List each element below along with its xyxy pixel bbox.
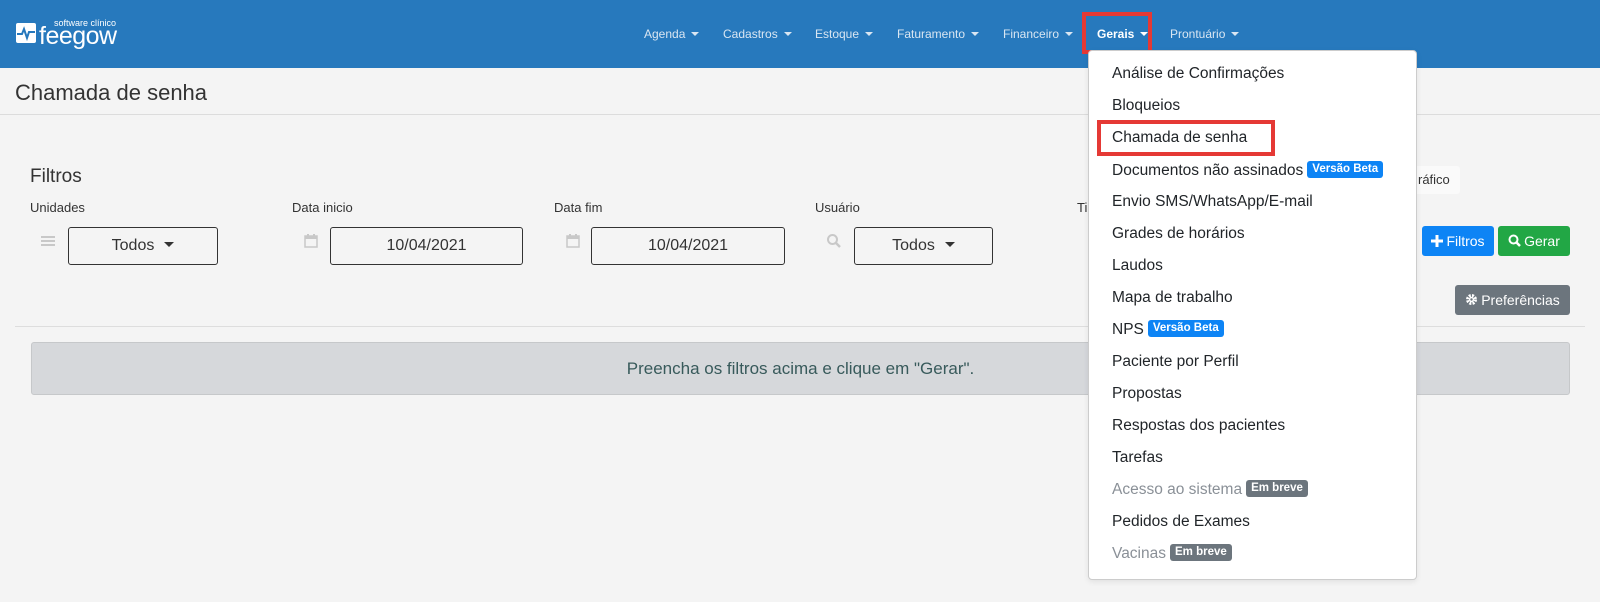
gerar-button[interactable]: Gerar (1498, 226, 1570, 256)
usuario-value: Todos (892, 237, 935, 254)
menu-item-envio-sms[interactable]: Envio SMS/WhatsApp/E-mail (1112, 191, 1313, 213)
filtros-button[interactable]: Filtros (1422, 226, 1494, 256)
nav-prontuario-label: Prontuário (1170, 27, 1226, 41)
grafico-label: ráfico (1418, 172, 1450, 187)
caret-down-icon (971, 31, 980, 36)
nav-faturamento-label: Faturamento (897, 27, 966, 41)
menu-item-mapa-de-trabalho[interactable]: Mapa de trabalho (1112, 287, 1233, 309)
menu-item-grades-de-horarios[interactable]: Grades de horários (1112, 223, 1245, 245)
page-title: Chamada de senha (15, 80, 208, 105)
menu-item-paciente-por-perfil[interactable]: Paciente por Perfil (1112, 351, 1239, 373)
calendar-icon (565, 233, 583, 251)
preferencias-button[interactable]: Preferências (1455, 285, 1570, 315)
caret-down-icon (1231, 31, 1240, 36)
data-inicio-input[interactable]: 10/04/2021 (330, 227, 523, 265)
preferencias-button-label: Preferências (1481, 292, 1560, 308)
caret-down-icon (783, 31, 792, 36)
menu-item-label: Vacinas (1112, 545, 1166, 562)
menu-item-label: Envio SMS/WhatsApp/E-mail (1112, 193, 1313, 210)
search-icon (826, 233, 844, 251)
filters-title: Filtros (30, 166, 82, 187)
beta-badge: Versão Beta (1307, 160, 1384, 178)
nav-estoque-label: Estoque (815, 27, 860, 41)
menu-item-nps[interactable]: NPS Versão Beta (1112, 319, 1224, 341)
menu-item-label: Acesso ao sistema (1112, 481, 1243, 498)
usuario-select[interactable]: Todos (854, 227, 993, 265)
list-icon (40, 233, 58, 251)
menu-item-label: Mapa de trabalho (1112, 289, 1233, 306)
feegow-logo[interactable]: software clínico feegow (16, 18, 126, 52)
nav-agenda[interactable]: Agenda (644, 24, 700, 44)
gear-icon (1466, 294, 1478, 306)
menu-item-pedidos-de-exames[interactable]: Pedidos de Exames (1112, 511, 1250, 533)
caret-down-icon (944, 241, 955, 247)
menu-item-laudos[interactable]: Laudos (1112, 255, 1163, 277)
usuario-label: Usuário (815, 200, 860, 215)
menu-item-label: Respostas dos pacientes (1112, 417, 1286, 434)
filtros-button-label: Filtros (1446, 233, 1485, 249)
gerar-button-label: Gerar (1524, 233, 1560, 249)
menu-item-label: Análise de Confirmações (1112, 65, 1285, 82)
menu-item-respostas-dos-pacientes[interactable]: Respostas dos pacientes (1112, 415, 1285, 437)
unidades-value: Todos (111, 237, 155, 254)
plus-icon (1431, 234, 1444, 247)
menu-item-propostas[interactable]: Propostas (1112, 383, 1182, 405)
menu-item-tarefas[interactable]: Tarefas (1112, 447, 1163, 469)
nav-prontuario[interactable]: Prontuário (1170, 24, 1240, 44)
menu-item-label: Grades de horários (1112, 225, 1245, 242)
menu-item-label: Propostas (1112, 385, 1182, 402)
menu-item-vacinas: Vacinas Em breve (1112, 543, 1232, 565)
nav-cadastros-label: Cadastros (723, 27, 778, 41)
chamada-highlight-box (1097, 120, 1275, 156)
nav-financeiro[interactable]: Financeiro (1003, 24, 1074, 44)
search-icon (1508, 234, 1521, 248)
data-fim-label: Data fim (554, 200, 603, 215)
menu-item-label: Documentos não assinados (1112, 162, 1304, 179)
caret-down-icon (691, 31, 700, 36)
menu-item-label: Bloqueios (1112, 97, 1181, 114)
unidades-select[interactable]: Todos (68, 227, 218, 265)
unidades-label: Unidades (30, 200, 85, 215)
menu-item-label: NPS (1112, 321, 1144, 338)
grafico-toggle-partial[interactable]: ráfico (1410, 166, 1460, 194)
caret-down-icon (865, 31, 874, 36)
caret-down-icon (1065, 31, 1074, 36)
menu-item-label: Tarefas (1112, 449, 1163, 466)
beta-badge: Versão Beta (1147, 319, 1224, 337)
nav-cadastros[interactable]: Cadastros (723, 24, 792, 44)
menu-item-documentos-nao-assinados[interactable]: Documentos não assinados Versão Beta (1112, 160, 1384, 182)
data-fim-input[interactable]: 10/04/2021 (591, 227, 785, 265)
data-inicio-label: Data inicio (292, 200, 353, 215)
calendar-icon (303, 233, 321, 251)
menu-item-bloqueios[interactable]: Bloqueios (1112, 95, 1180, 117)
menu-item-label: Laudos (1112, 257, 1163, 274)
em-breve-badge: Em breve (1246, 479, 1308, 497)
em-breve-badge: Em breve (1170, 543, 1232, 561)
nav-agenda-label: Agenda (644, 27, 686, 41)
menu-item-label: Pedidos de Exames (1112, 513, 1250, 530)
menu-item-analise-confirmacoes[interactable]: Análise de Confirmações (1112, 63, 1284, 85)
nav-faturamento[interactable]: Faturamento (897, 24, 980, 44)
menu-item-acesso-ao-sistema: Acesso ao sistema Em breve (1112, 479, 1308, 501)
gerais-highlight-box (1082, 12, 1152, 54)
nav-estoque[interactable]: Estoque (815, 24, 874, 44)
logo-wordmark: feegow (39, 22, 117, 50)
nav-financeiro-label: Financeiro (1003, 27, 1060, 41)
caret-down-icon (164, 241, 175, 247)
tipo-label-partial: Ti (1077, 200, 1088, 215)
menu-item-label: Paciente por Perfil (1112, 353, 1239, 370)
logo-mark-icon (16, 23, 36, 43)
